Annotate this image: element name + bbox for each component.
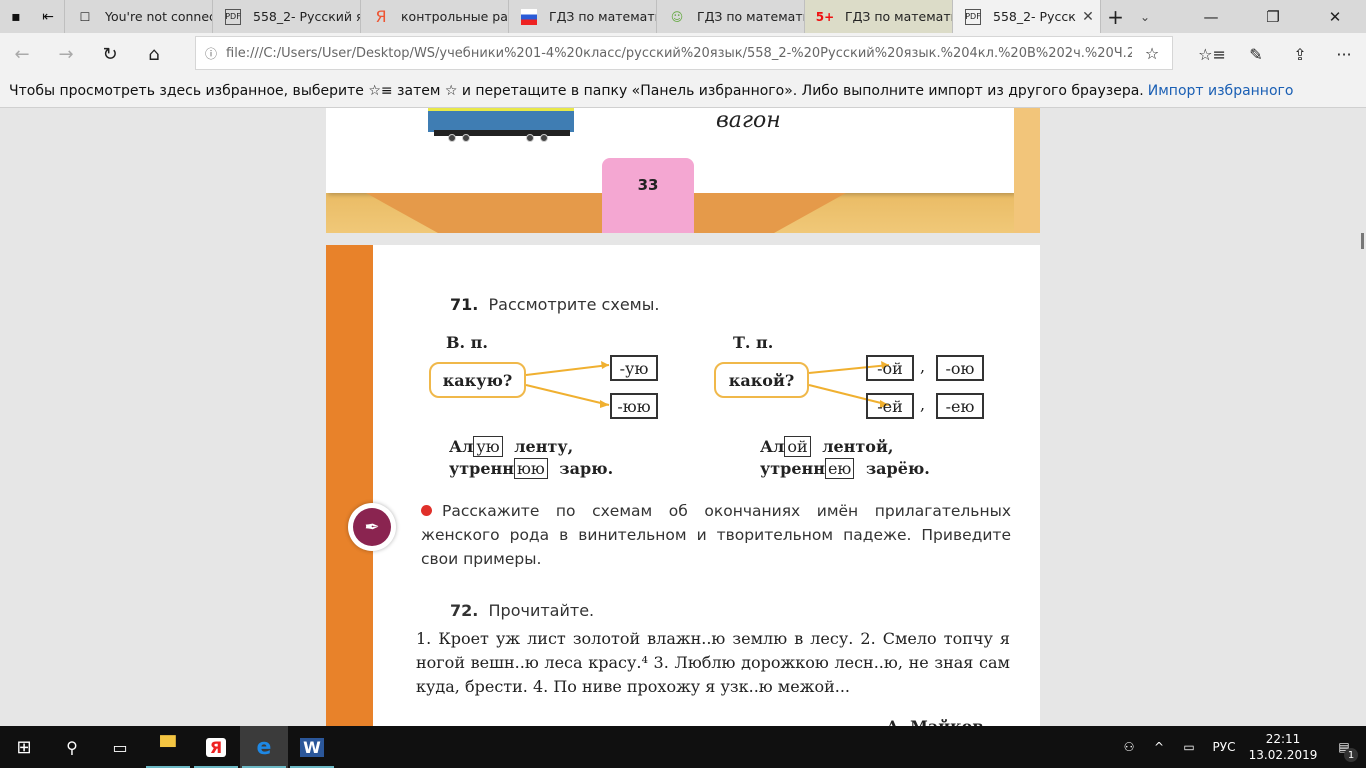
vertical-scrollbar[interactable] — [1361, 233, 1364, 249]
pdf-page-34: 71. Рассмотрите схемы. В. п. какую? -ую … — [326, 245, 1040, 726]
tab-4[interactable]: ☺ГДЗ по математик — [656, 0, 804, 33]
more-menu-icon[interactable]: ··· — [1322, 33, 1366, 75]
ending-oy: -ой — [866, 355, 914, 381]
clock[interactable]: 22:11 13.02.2019 — [1244, 726, 1322, 768]
action-center-icon[interactable]: ▤ 1 — [1322, 726, 1366, 768]
word-icon[interactable]: W — [288, 726, 336, 768]
accusative-example-1: Ал ую ленту, — [449, 436, 574, 457]
five-plus-icon: 5+ — [815, 9, 835, 24]
forward-button[interactable]: → — [44, 34, 88, 74]
restore-button[interactable]: ❐ — [1242, 0, 1304, 33]
russia-flag-icon — [521, 8, 537, 25]
page-number: 33 — [602, 158, 694, 233]
exercise-71-task: Расскажите по схемам об окончаниях имён … — [421, 502, 1011, 568]
smiley-icon: ☺ — [670, 9, 684, 24]
address-bar[interactable]: ⓘ file:///C:/Users/User/Desktop/WS/учебн… — [195, 36, 1173, 70]
exercise-72-heading: 72. Прочитайте. — [450, 601, 595, 620]
language-indicator[interactable]: РУС — [1204, 726, 1244, 768]
accusative-arrows — [525, 361, 610, 408]
edge-icon[interactable]: e — [240, 726, 288, 768]
web-note-icon[interactable]: ✎ — [1234, 33, 1278, 75]
blank-page-icon: ☐ — [79, 9, 91, 24]
url-text[interactable]: file:///C:/Users/User/Desktop/WS/учебник… — [226, 46, 1132, 61]
tab-2[interactable]: Яконтрольные рабс — [360, 0, 508, 33]
wagon-illustration — [428, 108, 574, 132]
pen-badge: ✒ — [348, 503, 396, 551]
ending-uyu: -ую — [610, 355, 658, 381]
info-icon[interactable]: ⓘ — [196, 45, 226, 62]
minimize-button[interactable]: — — [1180, 0, 1242, 33]
task-view-icon[interactable]: ▭ — [96, 726, 144, 768]
back-button[interactable]: ← — [0, 34, 44, 74]
notification-count: 1 — [1344, 748, 1358, 762]
ending-eyu: -ею — [936, 393, 984, 419]
tab-3[interactable]: ГДЗ по математик — [508, 0, 656, 33]
home-button[interactable]: ⌂ — [132, 34, 176, 74]
ending-ey: -ей — [866, 393, 914, 419]
word-wagon: вагон — [716, 108, 781, 133]
ending-yuyu: -юю — [610, 393, 658, 419]
poem-author: А. Майков — [886, 717, 983, 726]
set-tabs-aside-icon[interactable]: ⇤ — [32, 0, 64, 33]
tab-0[interactable]: ☐ You're not connect — [64, 0, 212, 33]
accusative-question: какую? — [429, 362, 526, 398]
show-hidden-icons[interactable]: ^ — [1144, 726, 1174, 768]
instrumental-example-2: утренн ею зарёю. — [760, 458, 930, 479]
close-window-button[interactable]: ✕ — [1304, 0, 1366, 33]
ending-oyu: -ою — [936, 355, 984, 381]
pdf-viewport[interactable]: вагон 33 71. Рассмотрите схемы. В. п. ка… — [0, 108, 1366, 726]
file-explorer-icon[interactable]: ▀ — [144, 726, 192, 768]
favorites-bar: Чтобы просмотреть здесь избранное, выбер… — [0, 75, 1366, 108]
tab-5[interactable]: 5+ГДЗ по математик — [804, 0, 952, 33]
accusative-case-label: В. п. — [446, 333, 488, 352]
favorites-hub-icon[interactable]: ☆≡ — [1190, 33, 1234, 75]
pdf-page-33: вагон 33 — [326, 108, 1040, 233]
chevron-down-icon[interactable]: ⌄ — [1130, 0, 1160, 33]
start-button[interactable]: ⊞ — [0, 726, 48, 768]
red-bullet-icon — [421, 505, 432, 516]
tab-6-active[interactable]: PDF558_2- Русскиі✕ — [952, 0, 1100, 33]
exercise-71-heading: 71. Рассмотрите схемы. — [450, 295, 660, 314]
tab-bar: ▪ ⇤ ☐ You're not connect PDF 558_2- Русски… — [0, 0, 1366, 33]
import-favorites-link[interactable]: Импорт избранного — [1148, 83, 1294, 99]
share-icon[interactable]: ⇪ — [1278, 33, 1322, 75]
add-favorite-icon[interactable]: ☆ — [1132, 44, 1172, 63]
search-icon[interactable]: ⚲ — [48, 726, 96, 768]
refresh-button[interactable]: ↻ — [88, 34, 132, 74]
page-side-stripe — [326, 245, 373, 726]
accusative-example-2: утренн юю зарю. — [449, 458, 614, 479]
close-tab-icon[interactable]: ✕ — [1076, 9, 1100, 25]
people-icon[interactable]: ⚇ — [1114, 726, 1144, 768]
feather-pen-icon: ✒ — [353, 508, 391, 546]
pdf-icon: PDF — [225, 8, 241, 25]
new-tab-button[interactable]: + — [1100, 0, 1130, 33]
exercise-72-text: 1. Кроет уж лист золотой влажн..ю землю … — [416, 629, 1010, 696]
instrumental-question: какой? — [714, 362, 809, 398]
instrumental-case-label: Т. п. — [733, 333, 774, 352]
tab-1[interactable]: PDF558_2- Русский язі — [212, 0, 360, 33]
pdf-icon: PDF — [965, 8, 981, 25]
yandex-browser-icon[interactable]: Я — [192, 726, 240, 768]
battery-icon[interactable]: ▭ — [1174, 726, 1204, 768]
yandex-icon: Я — [375, 7, 387, 26]
instrumental-example-1: Ал ой лентой, — [760, 436, 894, 457]
taskbar: ⊞ ⚲ ▭ ▀ Я e W ⚇ ^ ▭ РУС 22:11 13.02.2019 … — [0, 726, 1366, 768]
tab-manager-icon[interactable]: ▪ — [0, 0, 32, 33]
navigation-bar: ← → ↻ ⌂ ⓘ file:///C:/Users/User/Desktop/… — [0, 33, 1366, 75]
favorites-message: Чтобы просмотреть здесь избранное, выбер… — [9, 83, 1144, 99]
